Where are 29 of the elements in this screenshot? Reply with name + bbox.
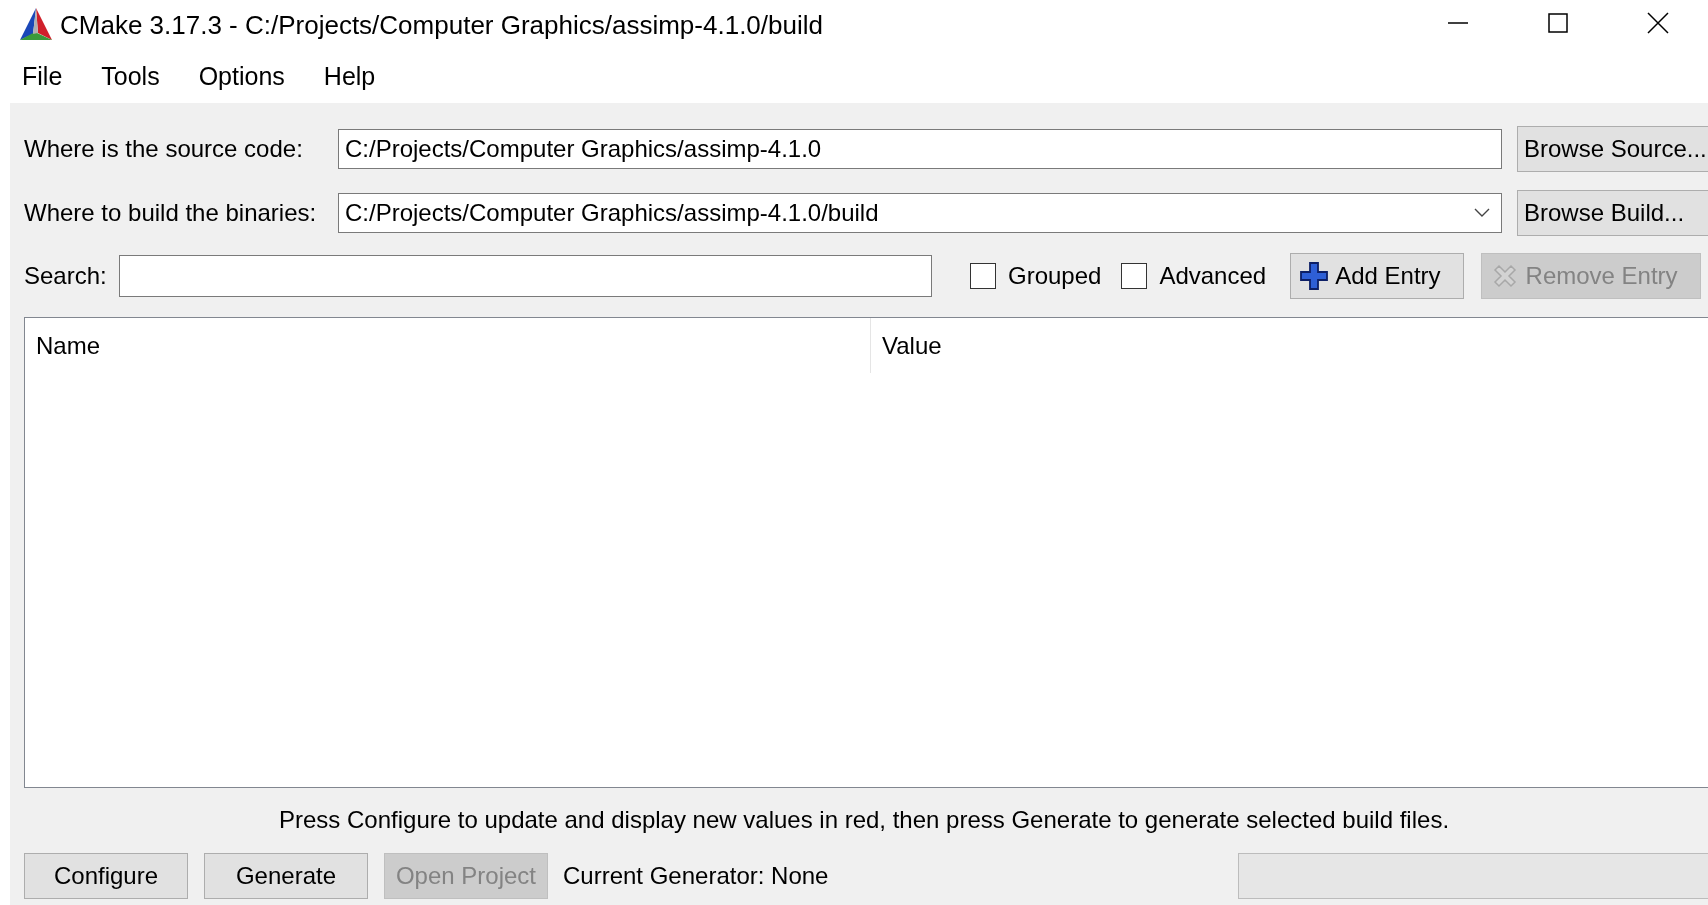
search-field[interactable]	[119, 254, 932, 297]
field-label: Where is the source code:	[24, 135, 304, 163]
generator-label: Current Generator: None	[563, 862, 829, 890]
field-label: Where to build the binaries:	[24, 198, 318, 227]
triangle-logo-icon	[18, 7, 54, 43]
window-title: CMake 3.17.3 - C:/Projects/Computer Graphics/assimp-4.1.0/build	[60, 9, 823, 41]
checkbox-label[interactable]: Advanced	[1159, 261, 1267, 290]
browse-source-button[interactable]: Browse Source...	[1517, 126, 1708, 172]
checkbox-label[interactable]: Grouped	[1008, 261, 1102, 290]
maximize-icon[interactable]	[1546, 11, 1570, 35]
menu-item[interactable]: Options	[188, 58, 295, 95]
plus-icon	[1299, 260, 1330, 291]
close-icon[interactable]	[1646, 11, 1670, 35]
menu-item[interactable]: File	[12, 58, 73, 95]
action-button[interactable]: Generate	[204, 853, 368, 899]
checkbox[interactable]	[970, 262, 996, 289]
menu-item[interactable]: Tools	[91, 58, 170, 95]
build-path-combobox[interactable]: C:/Projects/Computer Graphics/assimp-4.1.0/build	[338, 192, 1502, 233]
menu-item[interactable]: Help	[313, 58, 386, 95]
browse-build-button[interactable]: Browse Build...	[1517, 189, 1708, 236]
action-button[interactable]: Configure	[24, 853, 188, 899]
search-label: Search:	[24, 261, 108, 290]
column-header[interactable]: Name	[25, 318, 871, 373]
status-message: Press Configure to update and display new values in red, then press Generate to generate selected build files.	[279, 806, 1450, 834]
checkbox[interactable]	[1121, 262, 1148, 289]
source-path-field[interactable]: C:/Projects/Computer Graphics/assimp-4.1.0	[338, 129, 1502, 169]
chevron-down-icon[interactable]	[1474, 207, 1490, 218]
column-header[interactable]: Value	[871, 318, 942, 373]
add-entry-button[interactable]: Add Entry	[1290, 252, 1464, 299]
